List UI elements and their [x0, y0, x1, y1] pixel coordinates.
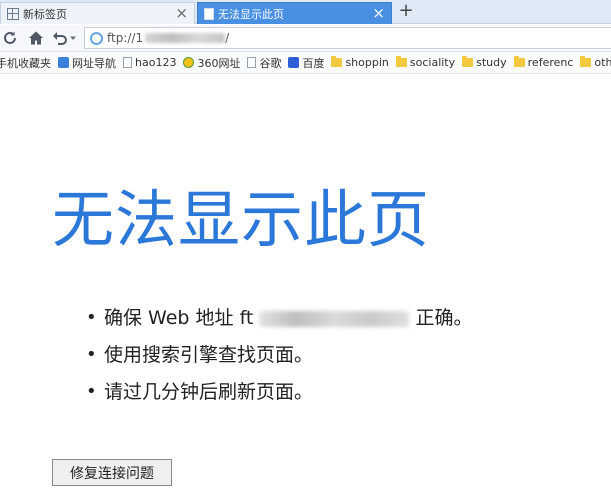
baidu-icon — [288, 57, 300, 68]
bookmark-folder-sociality[interactable]: sociality — [393, 54, 459, 72]
suggestion-list: 确保 Web 地址 ft 正确。 使用搜索引擎查找页面。 请过几分钟后刷新页面。 — [86, 303, 472, 414]
address-prefix: ftp://1 — [107, 31, 144, 45]
bookmarks-bar: 手机收藏夹 网址导航 hao123 360网址 谷歌 百度 shoppin so… — [0, 52, 611, 74]
bookmark-label: shoppin — [345, 56, 389, 69]
folder-icon — [513, 56, 525, 67]
bookmark-mobile-favorites[interactable]: 手机收藏夹 — [0, 54, 55, 72]
bookmark-hao123[interactable]: hao123 — [120, 54, 180, 72]
url-start: ft — [239, 307, 254, 329]
tab-label: 无法显示此页 — [218, 7, 284, 21]
check-address-suffix: 正确。 — [415, 307, 473, 329]
list-item: 使用搜索引擎查找页面。 — [86, 340, 472, 377]
refresh-suggestion-text: 请过几分钟后刷新页面。 — [104, 381, 314, 403]
bookmark-label: 百度 — [302, 56, 325, 70]
undo-icon — [53, 32, 67, 45]
folder-icon — [395, 56, 407, 67]
undo-button[interactable] — [50, 28, 70, 48]
home-icon — [29, 31, 43, 45]
bookmark-360[interactable]: 360网址 — [180, 54, 244, 72]
bookmark-label: others — [594, 56, 611, 69]
list-item: 确保 Web 地址 ft 正确。 — [86, 303, 472, 340]
bookmark-label: study — [476, 56, 507, 69]
bookmark-folder-reference[interactable]: referenc — [511, 54, 578, 72]
page-icon — [123, 57, 132, 68]
folder-icon — [331, 56, 343, 67]
bookmark-label: 谷歌 — [259, 56, 282, 70]
bookmark-google[interactable]: 谷歌 — [244, 54, 285, 72]
bookmark-label: 网址导航 — [72, 56, 116, 70]
page-title: 无法显示此页 — [52, 183, 431, 256]
bookmark-label: hao123 — [135, 56, 177, 69]
folder-icon — [580, 56, 592, 67]
bookmark-folder-shopping[interactable]: shoppin — [328, 54, 392, 72]
bookmark-baidu[interactable]: 百度 — [285, 54, 328, 72]
tab-new-tab[interactable]: 新标签页 × — [0, 2, 195, 24]
tab-cannot-display[interactable]: 无法显示此页 × — [197, 2, 392, 24]
chevron-down-icon — [70, 36, 76, 40]
search-suggestion-text: 使用搜索引擎查找页面。 — [104, 344, 314, 366]
tab-label: 新标签页 — [23, 7, 67, 21]
bookmark-folder-study[interactable]: study — [459, 54, 511, 72]
bookmark-label: 手机收藏夹 — [0, 56, 51, 70]
refresh-icon — [4, 31, 16, 44]
bookmark-folder-others[interactable]: others — [577, 54, 611, 72]
bookmark-label: sociality — [409, 56, 456, 69]
redacted-address — [145, 33, 226, 43]
undo-menu-button[interactable] — [68, 28, 78, 48]
bookmark-label: referenc — [527, 56, 574, 69]
new-tab-button[interactable]: + — [396, 1, 416, 23]
globe-icon — [90, 32, 103, 45]
navigation-toolbar: ftp://1 / — [0, 25, 611, 52]
check-address-text: 确保 Web 地址 — [104, 307, 234, 329]
page-icon — [247, 57, 257, 68]
bookmark-nav[interactable]: 网址导航 — [55, 54, 120, 72]
folder-icon — [462, 56, 474, 67]
address-suffix: / — [225, 31, 230, 45]
address-bar[interactable]: ftp://1 / — [84, 27, 611, 49]
fix-connection-button[interactable]: 修复连接问题 — [52, 459, 172, 486]
redacted-url — [259, 310, 410, 327]
refresh-button[interactable] — [0, 28, 20, 48]
close-icon[interactable]: × — [372, 4, 385, 22]
tab-strip: 新标签页 × 无法显示此页 × + — [0, 0, 611, 24]
grid-icon — [7, 7, 19, 20]
close-icon[interactable]: × — [175, 4, 188, 22]
nav-icon — [58, 57, 69, 68]
list-item: 请过几分钟后刷新页面。 — [86, 377, 472, 414]
home-button[interactable] — [26, 28, 46, 48]
360-icon — [183, 57, 195, 68]
page-icon — [204, 7, 214, 20]
bookmark-label: 360网址 — [197, 56, 241, 70]
